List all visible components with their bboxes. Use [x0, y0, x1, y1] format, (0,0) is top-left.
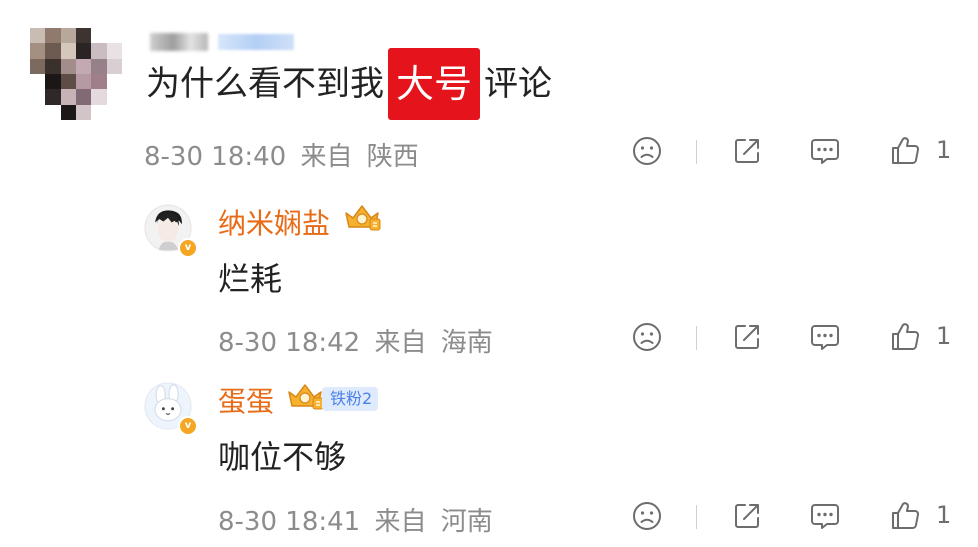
thumbs-up-icon[interactable]: [888, 320, 922, 354]
highlighted-text: 大号: [388, 48, 481, 120]
main-comment-meta: 8-30 18:40 来自 陕西: [144, 136, 419, 173]
main-comment-actions: 1: [630, 134, 960, 174]
reply-actions: 1: [630, 499, 960, 539]
verified-badge-icon: v: [178, 238, 198, 258]
reply-username[interactable]: 蛋蛋: [218, 380, 274, 420]
reply-location: 河南: [440, 507, 493, 537]
divider: [696, 326, 697, 350]
share-icon[interactable]: [730, 320, 764, 354]
crown-icon: [285, 380, 325, 416]
like-count: 1: [936, 136, 952, 164]
reply-actions: 1: [630, 320, 960, 360]
comment-location: 陕西: [366, 142, 419, 172]
reply-location: 海南: [440, 328, 493, 358]
reply-avatar[interactable]: v: [144, 204, 198, 258]
from-label: 来自: [374, 507, 427, 537]
thumbs-up-icon[interactable]: [888, 134, 922, 168]
reply-meta: 8-30 18:42 来自 海南: [218, 322, 493, 359]
verified-badge-icon: v: [178, 416, 198, 436]
from-label: 来自: [300, 142, 353, 172]
comment-text-after: 评论: [484, 64, 553, 104]
reply-text: 咖位不够: [218, 438, 347, 476]
thumbs-up-icon[interactable]: [888, 499, 922, 533]
crown-icon: [342, 201, 382, 237]
share-icon[interactable]: [730, 134, 764, 168]
reply-username[interactable]: 纳米娴盐: [218, 202, 330, 242]
fan-badge: 铁粉2: [322, 387, 379, 411]
comment-icon[interactable]: [808, 499, 842, 533]
comment-text-before: 为什么看不到我: [146, 64, 384, 104]
reply-date: 8-30 18:42: [218, 328, 361, 358]
divider: [696, 505, 697, 529]
share-icon[interactable]: [730, 499, 764, 533]
comment-date: 8-30 18:40: [144, 142, 287, 172]
reply-date: 8-30 18:41: [218, 507, 361, 537]
reply-text: 烂耗: [218, 260, 283, 298]
main-comment-text: 为什么看不到我 大号 评论: [146, 48, 553, 120]
like-count: 1: [936, 501, 952, 529]
reply-avatar[interactable]: v: [144, 382, 198, 436]
sad-face-icon[interactable]: [630, 320, 664, 354]
comment-icon[interactable]: [808, 320, 842, 354]
like-count: 1: [936, 322, 952, 350]
comment-icon[interactable]: [808, 134, 842, 168]
from-label: 来自: [374, 328, 427, 358]
pixelated-avatar[interactable]: [30, 28, 122, 120]
sad-face-icon[interactable]: [630, 134, 664, 168]
sad-face-icon[interactable]: [630, 499, 664, 533]
blurred-username[interactable]: [150, 32, 320, 52]
reply-meta: 8-30 18:41 来自 河南: [218, 501, 493, 538]
divider: [696, 140, 697, 164]
